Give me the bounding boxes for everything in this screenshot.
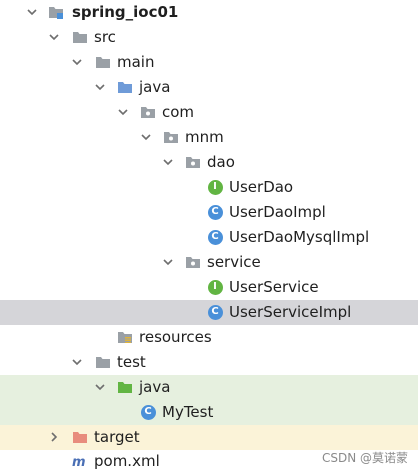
tree-node-label: spring_ioc01 xyxy=(72,3,179,21)
test-class-icon: C xyxy=(140,404,156,420)
test-source-folder-icon xyxy=(117,379,133,395)
interface-icon: I xyxy=(207,179,223,195)
tree-node-label: target xyxy=(94,428,140,446)
tree-node-label: java xyxy=(139,378,171,396)
tree-node-main-java[interactable]: java xyxy=(0,75,418,100)
tree-node-label: service xyxy=(207,253,261,271)
interface-badge: I xyxy=(207,179,223,195)
tree-node-main[interactable]: main xyxy=(0,50,418,75)
tree-node-label: UserDao xyxy=(229,178,294,196)
tree-node-user-service[interactable]: I UserService xyxy=(0,275,418,300)
tree-node-label: UserDaoMysqlImpl xyxy=(229,228,370,246)
tree-node-test[interactable]: test xyxy=(0,350,418,375)
tree-node-resources[interactable]: resources xyxy=(0,325,418,350)
maven-icon: m xyxy=(72,453,88,469)
class-icon: C xyxy=(207,204,223,220)
package-icon xyxy=(185,254,201,270)
class-badge: C xyxy=(140,404,156,420)
tree-node-label: java xyxy=(139,78,171,96)
tree-node-target[interactable]: target xyxy=(0,425,418,450)
tree-node-com[interactable]: com xyxy=(0,100,418,125)
tree-node-label: UserServiceImpl xyxy=(229,303,352,321)
folder-icon xyxy=(95,54,111,70)
chevron-down-icon[interactable] xyxy=(70,55,84,69)
watermark: CSDN @莫诺蒙 xyxy=(321,451,408,465)
tree-node-dao[interactable]: dao xyxy=(0,150,418,175)
chevron-down-icon[interactable] xyxy=(93,80,107,94)
tree-node-label: dao xyxy=(207,153,235,171)
tree-node-test-java[interactable]: java xyxy=(0,375,418,400)
interface-badge: I xyxy=(207,279,223,295)
tree-node-label: UserDaoImpl xyxy=(229,203,326,221)
tree-node-src[interactable]: src xyxy=(0,25,418,50)
tree-node-service[interactable]: service xyxy=(0,250,418,275)
tree-node-label: test xyxy=(117,353,146,371)
tree-node-label: mnm xyxy=(185,128,224,146)
tree-node-mnm[interactable]: mnm xyxy=(0,125,418,150)
tree-node-label: MyTest xyxy=(162,403,214,421)
project-tree: spring_ioc01 src main java com mnm dao I… xyxy=(0,0,418,474)
chevron-down-icon[interactable] xyxy=(70,355,84,369)
chevron-down-icon[interactable] xyxy=(139,130,153,144)
package-icon xyxy=(185,154,201,170)
chevron-down-icon[interactable] xyxy=(47,30,61,44)
resources-folder-icon xyxy=(117,329,133,345)
tree-node-label: pom.xml xyxy=(94,452,160,470)
tree-node-label: main xyxy=(117,53,155,71)
module-folder-icon xyxy=(48,4,64,20)
interface-icon: I xyxy=(207,279,223,295)
chevron-down-icon[interactable] xyxy=(161,155,175,169)
chevron-right-icon[interactable] xyxy=(47,430,61,444)
folder-icon xyxy=(95,354,111,370)
excluded-folder-icon xyxy=(72,429,88,445)
class-icon: C xyxy=(207,229,223,245)
tree-node-label: com xyxy=(162,103,195,121)
class-icon: C xyxy=(207,304,223,320)
tree-node-label: UserService xyxy=(229,278,319,296)
tree-node-label: resources xyxy=(139,328,212,346)
package-icon xyxy=(163,129,179,145)
tree-node-project[interactable]: spring_ioc01 xyxy=(0,0,418,25)
chevron-down-icon[interactable] xyxy=(161,255,175,269)
chevron-down-icon[interactable] xyxy=(25,5,39,19)
package-icon xyxy=(140,104,156,120)
source-folder-icon xyxy=(117,79,133,95)
tree-node-user-service-impl[interactable]: C UserServiceImpl xyxy=(0,300,418,325)
svg-text:m: m xyxy=(72,455,86,469)
chevron-down-icon[interactable] xyxy=(116,105,130,119)
class-badge: C xyxy=(207,204,223,220)
tree-node-my-test[interactable]: C MyTest xyxy=(0,400,418,425)
folder-icon xyxy=(72,29,88,45)
class-badge: C xyxy=(207,229,223,245)
tree-node-user-dao[interactable]: I UserDao xyxy=(0,175,418,200)
tree-node-user-dao-impl[interactable]: C UserDaoImpl xyxy=(0,200,418,225)
tree-node-label: src xyxy=(94,28,116,46)
class-badge: C xyxy=(207,304,223,320)
tree-node-user-dao-mysql-impl[interactable]: C UserDaoMysqlImpl xyxy=(0,225,418,250)
chevron-down-icon[interactable] xyxy=(93,380,107,394)
